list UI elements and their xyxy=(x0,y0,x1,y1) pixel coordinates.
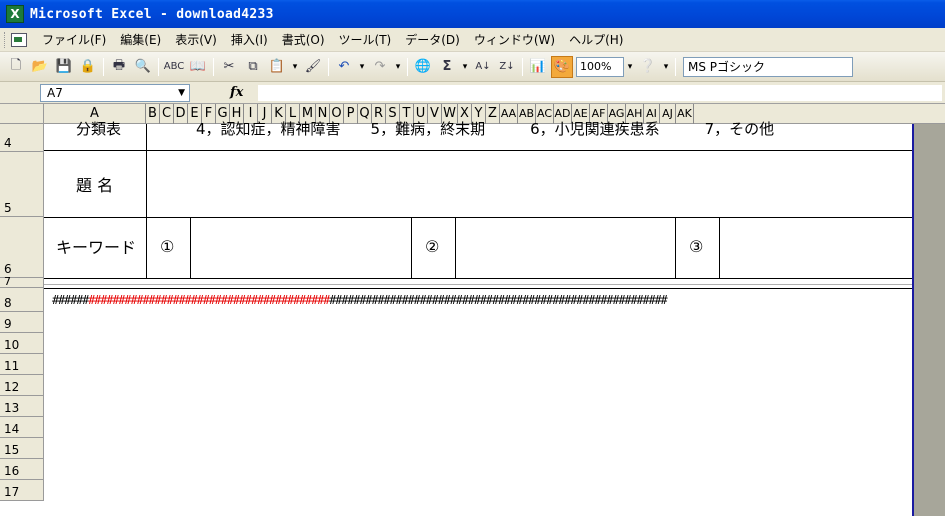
row-header-4[interactable]: 4 xyxy=(0,124,44,152)
menu-bar: ファイル(F) 編集(E) 表示(V) 挿入(I) 書式(O) ツール(T) デ… xyxy=(0,28,945,52)
paste-dropdown-icon[interactable]: ▾ xyxy=(289,62,301,72)
menubar-grip[interactable] xyxy=(4,31,7,48)
autosum-dropdown-icon[interactable]: ▾ xyxy=(459,62,471,72)
paste-icon[interactable]: 📋 xyxy=(266,56,288,78)
category-options[interactable]: 4，認知症，精神障害 5，難病，終末期 6，小児関連疾患系 7，その他 xyxy=(196,118,774,138)
formula-bar: A7 ▼ fx xyxy=(0,82,945,104)
title-bar: X Microsoft Excel - download4233 xyxy=(0,0,945,28)
hash-red: ######################################## xyxy=(88,293,330,307)
zoom-dropdown-icon[interactable]: ▾ xyxy=(624,62,636,72)
row-header-10[interactable]: 10 xyxy=(0,333,44,354)
redo-dropdown-icon[interactable]: ▾ xyxy=(392,62,404,72)
form-border xyxy=(44,284,912,285)
menu-edit[interactable]: 編集(E) xyxy=(113,29,168,51)
category-label[interactable]: 分類表 xyxy=(76,118,121,138)
window-title: Microsoft Excel - download4233 xyxy=(30,6,274,22)
redo-icon[interactable]: ↷ xyxy=(369,56,391,78)
row-header-14[interactable]: 14 xyxy=(0,417,44,438)
toolbar-separator xyxy=(158,57,159,76)
row-header-8[interactable]: 8 xyxy=(0,288,44,312)
toolbar-separator xyxy=(328,57,329,76)
row-header-11[interactable]: 11 xyxy=(0,354,44,375)
hash-prefix: ###### xyxy=(52,293,89,307)
row-header-16[interactable]: 16 xyxy=(0,459,44,480)
save-icon[interactable]: 💾 xyxy=(53,56,75,78)
row-header-9[interactable]: 9 xyxy=(0,312,44,333)
row-header-5[interactable]: 5 xyxy=(0,152,44,217)
row-header-17[interactable]: 17 xyxy=(0,480,44,501)
row-header-12[interactable]: 12 xyxy=(0,375,44,396)
col-header-B[interactable]: B xyxy=(146,104,160,124)
format-painter-icon[interactable]: 🖌 xyxy=(302,56,324,78)
menu-help[interactable]: ヘルプ(H) xyxy=(562,29,630,51)
keyword-input-2[interactable] xyxy=(456,218,675,278)
formula-input[interactable] xyxy=(257,83,943,102)
help-icon[interactable]: ❔ xyxy=(637,56,659,78)
keyword-marker-3[interactable]: ③ xyxy=(689,232,703,260)
zoom-box[interactable]: 100% xyxy=(576,56,624,77)
menu-window[interactable]: ウィンドウ(W) xyxy=(467,29,562,51)
form-border xyxy=(675,217,676,278)
form-border xyxy=(44,288,912,289)
toolbar-options-icon[interactable]: ▾ xyxy=(660,62,672,72)
keyword-input-3[interactable] xyxy=(720,218,910,278)
menu-view[interactable]: 表示(V) xyxy=(168,29,224,51)
toolbar-separator xyxy=(522,57,523,76)
excel-icon: X xyxy=(6,5,24,23)
keyword-marker-2[interactable]: ② xyxy=(425,232,439,260)
chart-wizard-icon[interactable]: 📊 xyxy=(527,56,549,78)
row-header-13[interactable]: 13 xyxy=(0,396,44,417)
col-header-C[interactable]: C xyxy=(160,104,174,124)
print-preview-icon[interactable]: 🔍 xyxy=(132,56,154,78)
row-header-6[interactable]: 6 xyxy=(0,217,44,278)
keyword-label[interactable]: キーワード xyxy=(56,232,136,260)
name-box-dropdown-icon[interactable]: ▼ xyxy=(178,88,185,98)
menu-insert[interactable]: 挿入(I) xyxy=(224,29,275,51)
overflow-hash-cells[interactable]: ########################################… xyxy=(52,292,912,308)
sort-descending-icon[interactable]: Z↓ xyxy=(496,56,518,78)
keyword-marker-1[interactable]: ① xyxy=(160,232,174,260)
undo-icon[interactable]: ↶ xyxy=(333,56,355,78)
toolbar-separator xyxy=(103,57,104,76)
toolbar-separator xyxy=(213,57,214,76)
outside-area xyxy=(914,124,945,516)
permission-icon[interactable]: 🔒 xyxy=(77,56,99,78)
toolbar-separator xyxy=(675,57,676,76)
menu-tools[interactable]: ツール(T) xyxy=(332,29,399,51)
open-icon[interactable]: 📂 xyxy=(29,56,51,78)
fx-icon[interactable]: fx xyxy=(230,85,243,100)
toolbar-separator xyxy=(407,57,408,76)
cut-icon[interactable]: ✂ xyxy=(218,56,240,78)
workbook-icon[interactable] xyxy=(11,32,27,47)
new-icon[interactable]: 🗋 xyxy=(5,56,27,78)
hash-suffix: ########################################… xyxy=(329,293,668,307)
form-border xyxy=(146,124,147,278)
col-header-D[interactable]: D xyxy=(174,104,188,124)
menu-file[interactable]: ファイル(F) xyxy=(35,29,113,51)
standard-toolbar: 🗋 📂 💾 🔒 🖶 🔍 ABC 📖 ✂ ⧉ 📋 ▾ 🖌 ↶ ▾ ↷ ▾ 🌐 Σ … xyxy=(0,52,945,82)
form-border xyxy=(411,217,412,278)
sort-ascending-icon[interactable]: A↓ xyxy=(472,56,494,78)
hyperlink-icon[interactable]: 🌐 xyxy=(412,56,434,78)
name-box-value: A7 xyxy=(47,85,63,100)
drawing-icon[interactable]: 🎨 xyxy=(551,55,573,78)
worksheet[interactable]: A B C D E F G H I J K L M N O P Q R S T … xyxy=(0,104,945,516)
undo-dropdown-icon[interactable]: ▾ xyxy=(356,62,368,72)
row-header-15[interactable]: 15 xyxy=(0,438,44,459)
select-all-corner[interactable] xyxy=(0,104,44,124)
autosum-icon[interactable]: Σ xyxy=(436,56,458,78)
font-name-box[interactable]: MS Pゴシック xyxy=(683,56,853,77)
title-label[interactable]: 題 名 xyxy=(76,170,113,198)
row-header-7[interactable]: 7 xyxy=(0,276,44,288)
menu-format[interactable]: 書式(O) xyxy=(275,29,332,51)
spelling-icon[interactable]: ABC xyxy=(163,56,185,78)
keyword-input-1[interactable] xyxy=(191,218,411,278)
copy-icon[interactable]: ⧉ xyxy=(242,56,264,78)
menu-data[interactable]: データ(D) xyxy=(398,29,467,51)
print-icon[interactable]: 🖶 xyxy=(108,56,130,78)
research-icon[interactable]: 📖 xyxy=(187,56,209,78)
name-box[interactable]: A7 ▼ xyxy=(40,83,190,102)
form-border xyxy=(44,150,912,151)
form-border xyxy=(44,278,912,279)
